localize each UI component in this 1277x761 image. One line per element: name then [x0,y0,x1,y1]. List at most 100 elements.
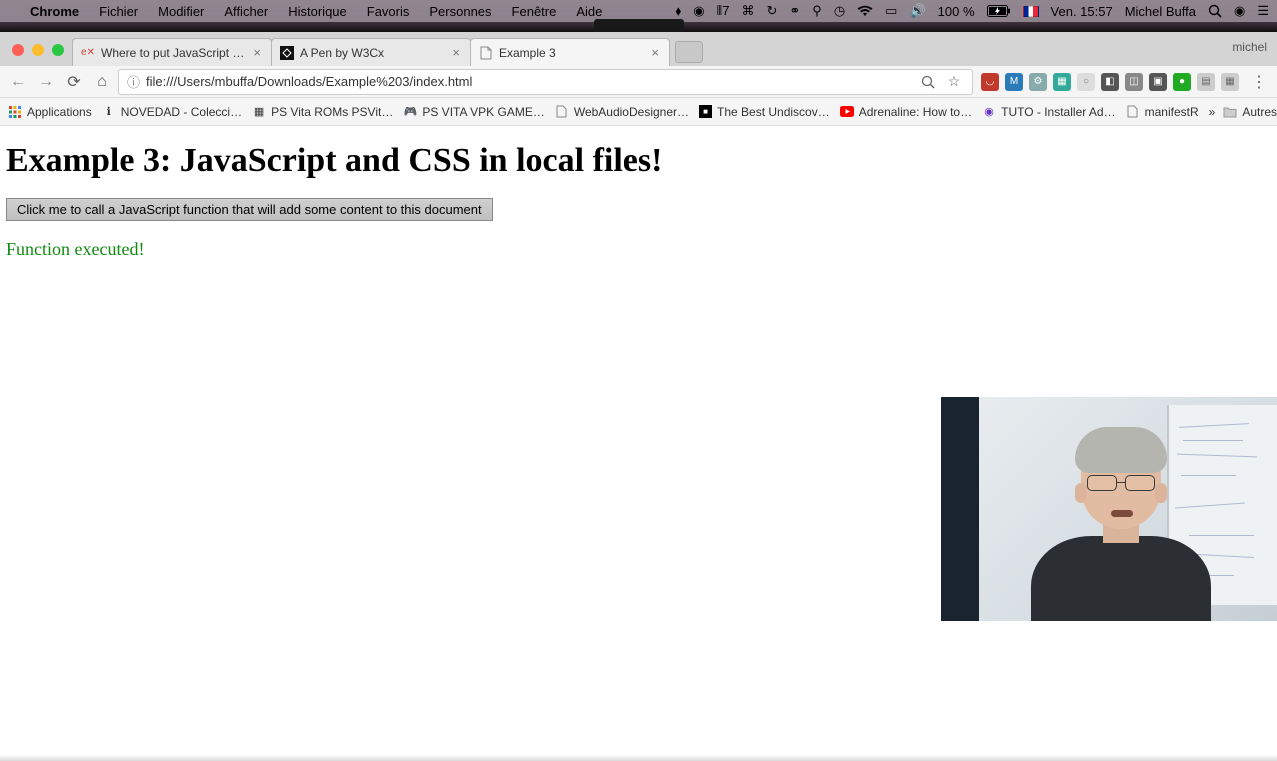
clock-label[interactable]: Ven. 15:57 [1051,4,1113,19]
site-info-icon[interactable]: ⓘ [127,72,140,91]
tab-3[interactable]: Example 3 × [470,38,670,66]
star-icon[interactable]: ☆ [944,72,964,92]
bookmark-5-icon: ■ [699,105,712,118]
status-icon-2[interactable]: ⌘ [741,3,754,19]
browser-toolbar: ← → ⟳ ⌂ ⓘ file:///Users/mbuffa/Downloads… [0,66,1277,98]
notifications-icon[interactable]: ☰ [1257,3,1269,19]
battery-icon[interactable] [987,5,1011,17]
menu-file[interactable]: Fichier [89,4,148,19]
menu-button[interactable]: ⋮ [1247,70,1271,94]
minimize-window-button[interactable] [32,44,44,56]
menu-edit[interactable]: Modifier [148,4,214,19]
cast-icon[interactable]: ▣ [1149,73,1167,91]
ext-icon-1[interactable]: M [1005,73,1023,91]
status-icon-3[interactable]: ⚭ [789,3,800,19]
webcam-scene [941,397,1277,621]
tab-strip: e✕ Where to put JavaScript code × A Pen … [0,32,1277,66]
bookmark-4-label: WebAudioDesigner… [574,105,689,119]
siri-icon[interactable]: ◉ [1234,3,1245,19]
tab-3-favicon-icon [479,46,493,60]
dropbox-icon[interactable]: ⬧ [675,3,681,19]
adobe-icon[interactable]: ⦀7 [717,3,730,19]
tab-2-label: A Pen by W3Cx [300,46,444,60]
zoom-icon[interactable] [918,72,938,92]
bookmark-4[interactable]: WebAudioDesigner… [555,105,689,119]
tab-2-close-icon[interactable]: × [450,45,462,60]
bookmark-overflow[interactable]: » [1209,105,1216,119]
bluetooth-icon[interactable]: ⚲ [812,3,822,19]
bookmark-8[interactable]: manifestR [1126,105,1199,119]
bookmark-1[interactable]: ℹ NOVEDAD - Colecci… [102,105,242,119]
bookmark-7[interactable]: ◉ TUTO - Installer Ad… [982,105,1115,119]
menu-people[interactable]: Personnes [419,4,501,19]
tab-1[interactable]: e✕ Where to put JavaScript code × [72,38,272,66]
ext-icon-4[interactable]: ○ [1077,73,1095,91]
other-bookmarks[interactable]: Autres favoris [1223,105,1277,119]
ext-icon-8[interactable]: ▤ [1197,73,1215,91]
menu-app-name[interactable]: Chrome [20,4,89,19]
file-icon-2 [1126,105,1140,119]
folder-icon [1223,105,1237,119]
wifi-icon[interactable] [857,5,873,17]
dock-indicator [594,19,684,33]
chrome-window: e✕ Where to put JavaScript code × A Pen … [0,32,1277,761]
demo-button[interactable]: Click me to call a JavaScript function t… [6,198,493,221]
bookmark-3[interactable]: 🎮 PS VITA VPK GAME… [403,105,544,119]
window-controls [8,44,72,66]
tab-3-label: Example 3 [499,46,643,60]
forward-button[interactable]: → [34,70,58,94]
menubar-right: ⬧ ◉ ⦀7 ⌘ ↻ ⚭ ⚲ ◷ ▭ 🔊 100 % Ven. 15:57 Mi… [675,3,1269,19]
ext-icon-9[interactable]: ▦ [1221,73,1239,91]
bookmark-right: » Autres favoris [1209,105,1277,119]
bookmark-7-icon: ◉ [982,105,996,119]
profile-label[interactable]: michel [1232,40,1267,54]
tab-1-close-icon[interactable]: × [251,45,263,60]
extensions-row: ◡ M ⚙ ▦ ○ ◧ ◫ ▣ ● ▤ ▦ [977,73,1243,91]
close-window-button[interactable] [12,44,24,56]
menu-window[interactable]: Fenêtre [502,4,567,19]
bookmark-3-label: PS VITA VPK GAME… [422,105,544,119]
spotlight-icon[interactable] [1208,4,1222,18]
home-button[interactable]: ⌂ [90,70,114,94]
menu-favorites[interactable]: Favoris [357,4,420,19]
back-button[interactable]: ← [6,70,30,94]
bookmark-1-label: NOVEDAD - Colecci… [121,105,242,119]
bookmark-5[interactable]: ■ The Best Undiscov… [699,105,830,119]
menu-history[interactable]: Historique [278,4,357,19]
url-text: file:///Users/mbuffa/Downloads/Example%2… [146,74,912,89]
new-tab-button[interactable] [675,41,703,63]
other-bookmarks-label: Autres favoris [1242,105,1277,119]
webcam-person [1031,431,1211,621]
ext-icon-3[interactable]: ▦ [1053,73,1071,91]
tab-2[interactable]: A Pen by W3Cx × [271,38,471,66]
bookmark-apps[interactable]: Applications [8,105,92,119]
ext-icon-2[interactable]: ⚙ [1029,73,1047,91]
tab-3-close-icon[interactable]: × [649,45,661,60]
volume-icon[interactable]: 🔊 [909,3,925,19]
timemachine-icon[interactable]: ◷ [834,3,845,19]
menu-help[interactable]: Aide [566,4,612,19]
status-icon-1[interactable]: ◉ [693,3,704,19]
reload-button[interactable]: ⟳ [62,70,86,94]
bookmark-6[interactable]: Adrenaline: How to… [840,105,972,119]
bookmark-2-icon: ▦ [252,105,266,119]
bottom-shadow [0,755,1277,761]
bookmark-8-label: manifestR [1145,105,1199,119]
menubar-left: Chrome Fichier Modifier Afficher Histori… [8,4,612,19]
battery-label: 100 % [938,4,975,19]
ext-icon-5[interactable]: ◧ [1101,73,1119,91]
display-icon[interactable]: ▭ [885,3,897,19]
sync-icon[interactable]: ↻ [766,3,777,19]
ext-icon-7[interactable]: ● [1173,73,1191,91]
menu-view[interactable]: Afficher [214,4,278,19]
address-bar[interactable]: ⓘ file:///Users/mbuffa/Downloads/Example… [118,69,973,95]
ublock-icon[interactable]: ◡ [981,73,999,91]
fullscreen-window-button[interactable] [52,44,64,56]
bookmark-2[interactable]: ▦ PS Vita ROMs PSVit… [252,105,393,119]
user-label[interactable]: Michel Buffa [1125,4,1196,19]
ext-icon-6[interactable]: ◫ [1125,73,1143,91]
page-heading: Example 3: JavaScript and CSS in local f… [6,142,1271,180]
flag-fr-icon[interactable] [1023,6,1039,17]
bookmark-2-label: PS Vita ROMs PSVit… [271,105,393,119]
bookmark-apps-label: Applications [27,105,92,119]
